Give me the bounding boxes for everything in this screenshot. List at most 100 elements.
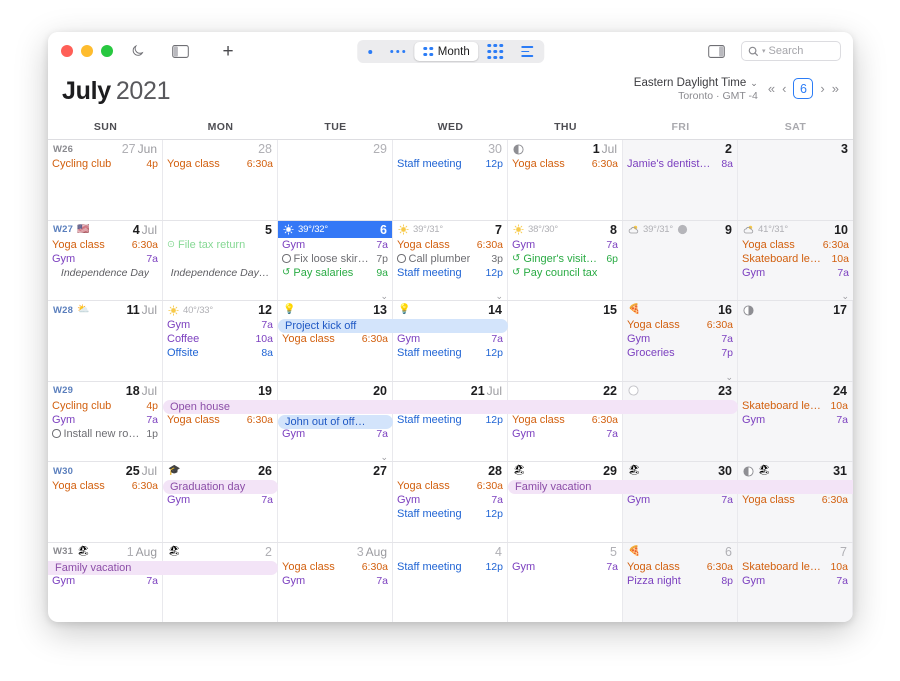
day-cell[interactable]: 38°/30° 8 Gym 7a ↺ Ginger's visit… 6p ↺ Pay coun… <box>508 220 623 300</box>
event-item[interactable]: Yoga class 6:30a <box>627 318 733 332</box>
day-cell[interactable]: 3 <box>738 140 853 220</box>
day-cell[interactable]: 41°/31° 10 Yoga class 6:30a Skateboard les… 1… <box>738 220 853 301</box>
day-cell[interactable]: 24 Skateboard les… 10a Gym 7a <box>738 381 853 461</box>
week-number[interactable]: W28 <box>53 305 73 316</box>
event-item[interactable]: Cycling club 4p <box>52 157 158 171</box>
event-item[interactable]: ↺ Pay council tax <box>512 266 618 280</box>
event-item[interactable]: ↺ Pay salaries 9a <box>282 266 388 280</box>
event-item[interactable]: Gym 7a <box>742 413 848 427</box>
day-cell[interactable]: 💡 13 Yoga class 6:30a <box>278 301 393 381</box>
event-item[interactable]: Gym 7a <box>282 427 388 441</box>
day-cell[interactable]: 40°/33° 12 Gym 7a Coffee 10a Offsite 8a <box>163 301 278 381</box>
multi-day-banner[interactable]: Project kick off <box>278 319 508 333</box>
event-item[interactable]: Gym 7a <box>167 493 273 507</box>
task-repeat-icon[interactable]: ↺ <box>512 253 520 264</box>
day-cell[interactable]: W28 ⛅ 11 Jul <box>48 301 163 381</box>
event-item[interactable]: Gym 7a <box>512 427 618 441</box>
event-item[interactable]: Skateboard les… 10a <box>742 252 849 266</box>
event-item[interactable]: Yoga class 6:30a <box>52 479 158 493</box>
day-cell[interactable]: 7 Skateboard les… 10a Gym 7a <box>738 542 853 622</box>
day-cell[interactable]: 💡 14 Gym 7a Staff meeting 12p <box>393 301 508 381</box>
day-cell[interactable]: 19 Yoga class 6:30a <box>163 381 278 461</box>
view-week[interactable] <box>381 42 415 61</box>
event-item[interactable]: Yoga class 6:30a <box>512 157 618 171</box>
event-item[interactable]: Yoga class 6:30a <box>397 479 503 493</box>
event-item[interactable]: ↺ Ginger's visit… 6p <box>512 252 618 266</box>
event-item[interactable]: Skateboard les… 10a <box>742 560 848 574</box>
view-year[interactable] <box>479 42 513 61</box>
day-cell[interactable]: 22 Yoga class 6:30a Gym 7a <box>508 381 623 461</box>
event-item[interactable]: Gym 7a <box>742 574 848 588</box>
day-cell[interactable]: 5 ⊙ File tax return Independence Day… <box>163 220 278 300</box>
inspector-panel-icon[interactable] <box>703 40 729 62</box>
event-item[interactable]: Yoga class 6:30a <box>167 157 273 171</box>
event-item[interactable]: Gym 7a <box>52 574 158 588</box>
event-item[interactable]: ⊙ File tax return <box>167 238 273 252</box>
event-item[interactable]: Gym 7a <box>627 493 733 507</box>
day-cell[interactable]: 🍕 6 Yoga class 6:30a Pizza night 8p <box>623 542 738 622</box>
day-cell[interactable]: 3 Aug Yoga class 6:30a Gym 7a <box>278 542 393 622</box>
day-cell[interactable]: 15 <box>508 301 623 381</box>
day-cell[interactable]: 🎓 26 Gym 7a <box>163 462 278 542</box>
view-segmented-control[interactable]: Month <box>356 40 545 63</box>
event-item[interactable]: Staff meeting 12p <box>397 560 503 574</box>
more-events-chevron-icon[interactable]: ⌄ <box>380 453 388 462</box>
event-item[interactable]: Gym 7a <box>397 332 503 346</box>
day-cell[interactable]: 17 <box>738 301 853 381</box>
day-cell[interactable]: 39°/31° 9 <box>623 220 738 300</box>
week-number[interactable]: W26 <box>53 144 73 155</box>
add-event-button[interactable]: + <box>215 40 241 62</box>
holiday-label[interactable]: Independence Day… <box>167 266 273 280</box>
view-day[interactable] <box>359 42 381 61</box>
event-item[interactable]: Gym 7a <box>282 238 388 252</box>
event-item[interactable]: Gym 7a <box>627 332 733 346</box>
event-item[interactable]: Groceries 7p <box>627 346 733 360</box>
event-item[interactable]: Jamie's dentist… 8a <box>627 157 733 171</box>
day-cell[interactable]: W29 18 Jul Cycling club 4p Gym 7a Install new r… <box>48 381 163 461</box>
event-item[interactable]: Yoga class 6:30a <box>512 413 618 427</box>
event-item[interactable]: Yoga class 6:30a <box>742 238 849 252</box>
event-item[interactable]: Skateboard les… 10a <box>742 399 848 413</box>
more-events-chevron-icon[interactable]: ⌄ <box>841 292 849 301</box>
event-item[interactable]: Coffee 10a <box>167 332 273 346</box>
day-cell[interactable]: 39°/32° 6 Gym 7a Fix loose skir… 7p ↺ Pay salar… <box>278 220 393 300</box>
close-button[interactable] <box>61 45 73 57</box>
task-checkbox-icon[interactable] <box>282 254 291 263</box>
multi-day-banner[interactable]: Graduation day <box>163 480 278 494</box>
holiday-label[interactable]: Independence Day <box>52 266 158 280</box>
week-number[interactable]: W29 <box>53 385 73 396</box>
view-list[interactable] <box>512 42 542 61</box>
more-events-chevron-icon[interactable]: ⌄ <box>725 372 733 381</box>
nav-next-button[interactable]: › <box>820 82 824 95</box>
task-completed-icon[interactable]: ⊙ <box>167 239 175 250</box>
view-month[interactable]: Month <box>414 42 479 61</box>
event-item[interactable]: Call plumber 3p <box>397 252 503 266</box>
event-item[interactable]: Staff meeting 12p <box>397 346 503 360</box>
today-button[interactable]: 6 <box>793 78 814 99</box>
day-cell[interactable]: 5 Gym 7a <box>508 542 623 622</box>
timezone-selector[interactable]: Eastern Daylight Time ⌄ Toronto · GMT -4 <box>634 77 758 102</box>
day-cell[interactable]: 🏖 2 <box>163 542 278 622</box>
event-item[interactable]: Yoga class 6:30a <box>282 560 388 574</box>
event-item[interactable]: Yoga class 6:30a <box>282 332 388 346</box>
event-item[interactable]: Gym 7a <box>397 493 503 507</box>
event-item[interactable]: Gym 7a <box>52 252 158 266</box>
event-item[interactable]: Staff meeting 12p <box>397 157 503 171</box>
event-item[interactable]: Staff meeting 12p <box>397 266 503 280</box>
multi-day-banner[interactable]: Open house <box>163 399 738 414</box>
day-cell[interactable]: 2 Jamie's dentist… 8a <box>623 140 738 220</box>
day-cell[interactable]: 39°/31° 7 Yoga class 6:30a Call plumber 3p Sta… <box>393 220 508 300</box>
event-item[interactable]: Gym 7a <box>52 413 158 427</box>
day-cell[interactable]: W26 27 Jun Cycling club 4p <box>48 140 163 220</box>
day-cell[interactable]: 28 Yoga class 6:30a Gym 7a Staff meeting 12p <box>393 462 508 542</box>
task-checkbox-icon[interactable] <box>397 254 406 263</box>
zoom-button[interactable] <box>101 45 113 57</box>
task-checkbox-icon[interactable] <box>52 429 61 438</box>
day-cell[interactable]: 4 Staff meeting 12p <box>393 542 508 622</box>
event-item[interactable]: Yoga class 6:30a <box>397 238 503 252</box>
week-number[interactable]: W31 <box>53 546 73 557</box>
event-item[interactable]: Gym 7a <box>742 266 849 280</box>
task-repeat-icon[interactable]: ↺ <box>512 267 520 278</box>
multi-day-banner[interactable]: Family vacation <box>48 560 278 575</box>
day-cell[interactable]: 27 <box>278 462 393 542</box>
